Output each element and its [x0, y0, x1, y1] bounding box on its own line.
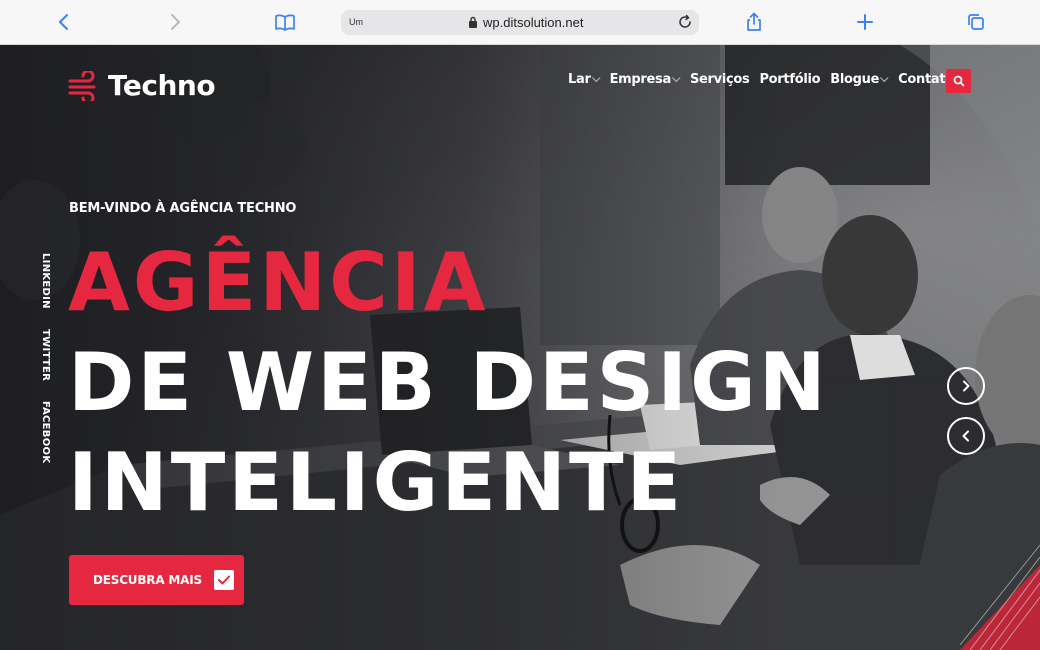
share-button[interactable] [739, 7, 769, 37]
slider-next-button[interactable] [947, 367, 985, 405]
chevron-down-icon [880, 73, 889, 82]
nav-item-label: Serviços [689, 72, 750, 87]
social-twitter[interactable]: TWITTER [40, 329, 51, 381]
book-icon [275, 14, 295, 31]
bookmarks-button[interactable] [270, 7, 300, 37]
headline-line-3: INTELIGENTE [68, 436, 685, 529]
search-button[interactable] [946, 69, 971, 93]
tabs-button[interactable] [961, 7, 991, 37]
social-facebook[interactable]: FACEBOOK [40, 401, 51, 463]
plus-icon [857, 14, 873, 30]
back-button[interactable] [49, 7, 79, 37]
headline-line-2: DE WEB DESIGN [68, 336, 829, 429]
chevron-down-icon [672, 73, 681, 82]
nav-item-servicos[interactable]: Serviços [690, 72, 750, 87]
discover-more-button[interactable]: DESCUBRA MAIS [69, 555, 244, 605]
logo-text: Techno [108, 69, 216, 102]
nav-item-blogue[interactable]: Blogue [830, 72, 889, 87]
nav-item-portfolio[interactable]: Portfólio [759, 72, 820, 87]
share-icon [747, 12, 761, 31]
reload-icon[interactable] [677, 14, 693, 30]
tabs-icon [968, 14, 984, 30]
nav-item-label: Portfólio [759, 72, 821, 87]
logo-icon [68, 70, 96, 101]
nav-item-label: Empresa [609, 72, 672, 87]
browser-toolbar: Um wp.ditsolution.net [0, 0, 1040, 45]
nav-item-label: Lar [568, 72, 591, 87]
forward-icon [171, 14, 180, 30]
chevron-left-icon [962, 430, 969, 442]
search-icon [953, 75, 964, 87]
forward-button[interactable] [160, 7, 190, 37]
hero-headline: AGÊNCIA DE WEB DESIGN INTELIGENTE [68, 233, 829, 533]
cta-label: DESCUBRA MAIS [93, 573, 202, 587]
slider-prev-button[interactable] [947, 417, 985, 455]
new-tab-button[interactable] [850, 7, 880, 37]
nav-item-lar[interactable]: Lar [568, 72, 601, 87]
lock-icon [469, 16, 477, 28]
hero-section: Techno Lar Empresa Serviços Portfólio Bl… [0, 45, 1040, 650]
tab-hint: Um [349, 17, 363, 27]
headline-line-1: AGÊNCIA [68, 236, 489, 329]
social-linkedin[interactable]: LINKEDIN [40, 253, 51, 309]
chevron-down-icon [591, 73, 601, 82]
url-text: wp.ditsolution.net [483, 15, 584, 30]
hero-welcome: BEM-VINDO À AGÊNCIA TECHNO [69, 201, 297, 216]
main-nav: Lar Empresa Serviços Portfólio Blogue Co… [568, 72, 964, 87]
site-logo[interactable]: Techno [68, 69, 216, 102]
nav-item-empresa[interactable]: Empresa [609, 72, 681, 87]
nav-item-label: Blogue [830, 72, 880, 87]
check-icon [213, 570, 234, 590]
address-bar[interactable]: Um wp.ditsolution.net [341, 10, 699, 35]
back-icon [59, 14, 68, 30]
chevron-right-icon [963, 380, 970, 392]
